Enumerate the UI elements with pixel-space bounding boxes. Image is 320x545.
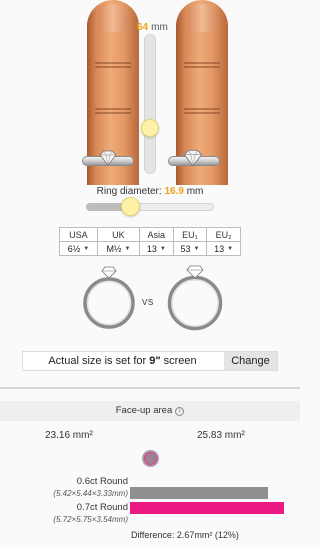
stone-1-name: 0.6ct Round [76,476,128,487]
finger-size-slider[interactable] [144,34,156,174]
ring-diameter-value: 16.9 [164,186,184,197]
left-diamond-icon [99,150,117,166]
left-ring-icon [83,266,135,329]
actual-size-suffix: screen [160,355,197,367]
right-ring-icon [167,265,223,331]
stone-1-area-bar [130,487,268,499]
actual-size-prefix: Actual size is set for [48,355,150,367]
screen-size-value: 9" [149,355,161,367]
ring-diameter-label: Ring diameter: 16.9 mm [0,186,300,197]
change-button[interactable]: Change [224,352,277,370]
size-header-usa: USA [59,227,98,242]
chevron-down-icon: ▼ [193,246,200,253]
size-header-uk: UK [96,227,140,242]
stone-2-area-bar [130,502,284,514]
face-up-overlay-small [145,453,156,464]
actual-size-text: Actual size is set for 9" screen [22,351,223,371]
face-up-title: Face-up area i [0,405,300,416]
chevron-down-icon: ▼ [124,246,131,253]
face-up-title-text: Face-up area [115,405,173,416]
info-icon[interactable]: i [175,407,185,416]
size-header-eu1: EU₁ [172,227,208,242]
finger-size-readout: 64 mm [137,22,168,33]
ring-size-table: USA UK Asia EU₁ EU₂ 6½ ▼ M½ ▼ 13 ▼ 53 ▼ 13 ▼ [59,227,241,256]
stone-2-name: 0.7ct Round [76,502,128,513]
size-header-asia: Asia [138,227,174,242]
right-diamond-icon [183,149,203,167]
size-select-uk[interactable]: M½ ▼ [96,241,140,256]
area-left-value: 23.16 mm² [45,430,93,441]
finger-size-unit: mm [151,22,168,33]
size-value-usa: 6½ [67,243,81,254]
ring-diameter-slider-handle[interactable] [121,197,140,216]
stone-1-dims: (5.42×5.44×3.33mm) [53,489,128,498]
size-value-eu1: 53 [180,243,191,254]
finger-size-slider-handle[interactable] [141,119,159,137]
size-select-eu2[interactable]: 13 ▼ [206,241,241,256]
finger-size-value: 64 [137,22,149,33]
size-select-eu1[interactable]: 53 ▼ [172,241,208,256]
ring-diameter-text: Ring diameter: [96,186,162,197]
chevron-down-icon: ▼ [83,246,90,253]
difference-text: Difference: 2.67mm² (12%) [131,530,239,540]
area-right-value: 25.83 mm² [197,430,245,441]
size-select-usa[interactable]: 6½ ▼ [59,241,98,256]
size-select-asia[interactable]: 13 ▼ [138,241,174,256]
size-value-eu2: 13 [214,243,225,254]
size-value-uk: M½ [106,243,122,254]
chevron-down-icon: ▼ [159,246,166,253]
vs-label: VS [142,298,154,307]
stone-2-dims: (5.72×5.75×3.54mm) [53,515,128,524]
section-divider [0,387,300,389]
size-value-asia: 13 [146,243,157,254]
chevron-down-icon: ▼ [227,246,234,253]
size-header-eu2: EU₂ [206,227,241,242]
ring-diameter-unit: mm [186,186,204,197]
